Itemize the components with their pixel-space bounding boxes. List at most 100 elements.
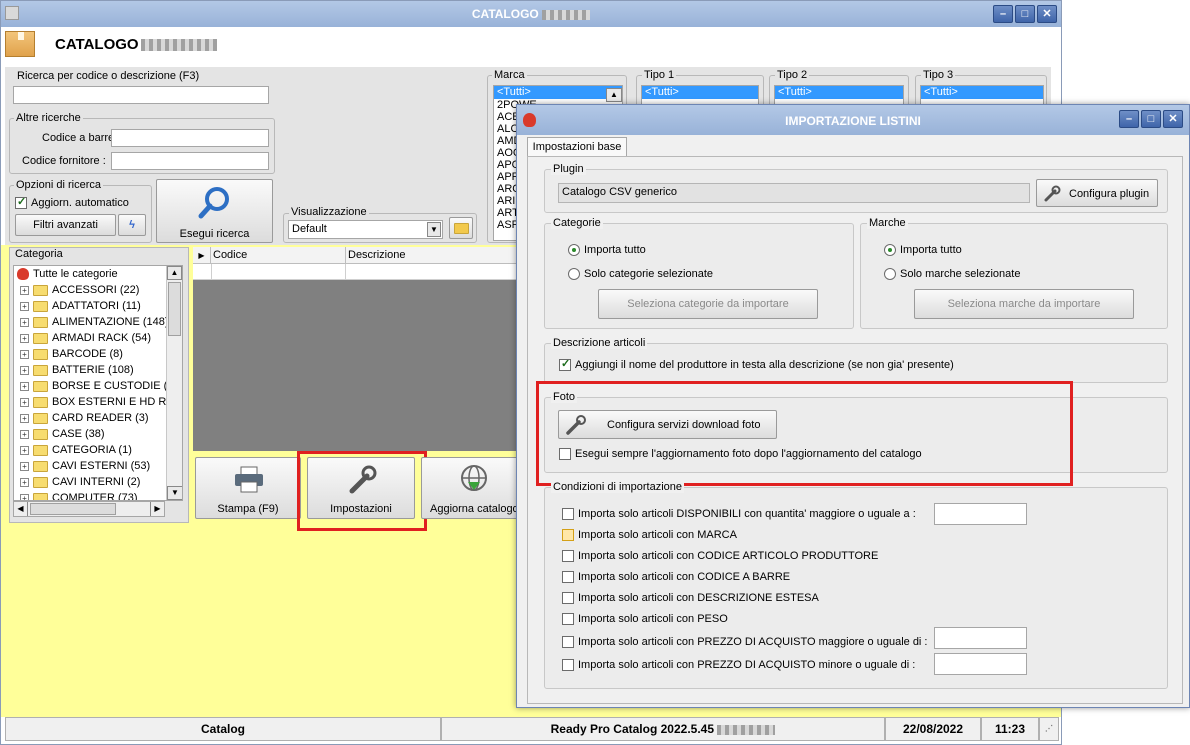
- redacted-text: [717, 724, 776, 735]
- run-search-button[interactable]: Esegui ricerca: [156, 179, 273, 243]
- tree-item[interactable]: + BATTERIE (108): [20, 364, 134, 380]
- max-price-input[interactable]: [934, 653, 1027, 675]
- configure-plugin-button[interactable]: Configura plugin: [1036, 179, 1158, 207]
- radio-import-all[interactable]: [884, 244, 896, 257]
- radio-only-selected[interactable]: [884, 268, 896, 281]
- tree-item[interactable]: + ARMADI RACK (54): [20, 332, 151, 348]
- tab-base-settings[interactable]: Impostazioni base: [527, 137, 627, 157]
- category-label: Categoria: [15, 248, 63, 260]
- condition-checkbox[interactable]: [562, 659, 574, 672]
- condition-checkbox[interactable]: [562, 636, 574, 649]
- condition-checkbox[interactable]: [562, 571, 574, 584]
- dialog-minimize-button[interactable]: –: [1119, 110, 1139, 128]
- tree-item[interactable]: + BARCODE (8): [20, 348, 123, 364]
- dialog-close-button[interactable]: ✕: [1163, 110, 1183, 128]
- chevron-down-icon[interactable]: ▼: [427, 222, 441, 237]
- scroll-up-arrow[interactable]: ▲: [606, 88, 622, 102]
- condition-min-price[interactable]: Importa solo articoli con PREZZO DI ACQU…: [562, 636, 928, 649]
- print-button[interactable]: Stampa (F9): [195, 457, 301, 519]
- min-price-input[interactable]: [934, 627, 1027, 649]
- tree-item[interactable]: + CASE (38): [20, 428, 105, 444]
- search-input[interactable]: [13, 86, 269, 104]
- type1-list[interactable]: <Tutti>: [641, 85, 759, 105]
- type2-list[interactable]: <Tutti>: [774, 85, 904, 105]
- barcode-input[interactable]: [111, 129, 269, 147]
- tree-item[interactable]: + BOX ESTERNI E HD RAC: [20, 396, 182, 412]
- maximize-button[interactable]: □: [1015, 5, 1035, 23]
- add-producer-option[interactable]: Aggiungi il nome del produttore in testa…: [559, 357, 954, 372]
- categories-only-selected[interactable]: Solo categorie selezionate: [568, 268, 713, 281]
- view-select[interactable]: Default ▼: [288, 220, 443, 239]
- condition-weight[interactable]: Importa solo articoli con PESO: [562, 613, 728, 626]
- open-folder-button[interactable]: [449, 217, 473, 239]
- supplier-code-input[interactable]: [111, 152, 269, 170]
- list-item[interactable]: <Tutti>: [921, 86, 1043, 99]
- folder-icon: [33, 476, 48, 488]
- table-row[interactable]: [193, 264, 523, 280]
- update-catalog-button[interactable]: Aggiorna catalogo: [421, 457, 521, 519]
- condition-brand[interactable]: Importa solo articoli con MARCA: [562, 529, 737, 542]
- scroll-up-arrow[interactable]: ▲: [167, 266, 182, 280]
- tree-item[interactable]: + ACCESSORI (22): [20, 284, 139, 300]
- tree-item[interactable]: + CAVI ESTERNI (53): [20, 460, 150, 476]
- categories-import-all[interactable]: Importa tutto: [568, 244, 646, 257]
- folder-icon: [33, 364, 48, 376]
- add-producer-checkbox[interactable]: [559, 357, 571, 372]
- condition-checkbox[interactable]: [562, 550, 574, 563]
- list-item[interactable]: <Tutti>: [775, 86, 903, 99]
- dialog-titlebar[interactable]: IMPORTAZIONE LISTINI – □ ✕: [517, 105, 1189, 135]
- tree-root[interactable]: Tutte le categorie: [17, 268, 118, 284]
- condition-checkbox[interactable]: [562, 508, 574, 521]
- select-brands-button[interactable]: Seleziona marche da importare: [914, 289, 1134, 319]
- radio-only-selected[interactable]: [568, 268, 580, 281]
- minimize-button[interactable]: –: [993, 5, 1013, 23]
- condition-extended-description[interactable]: Importa solo articoli con DESCRIZIONE ES…: [562, 592, 819, 605]
- list-item[interactable]: <Tutti>: [494, 86, 622, 99]
- configure-plugin-label: Configura plugin: [1069, 188, 1150, 200]
- scroll-thumb[interactable]: [168, 282, 181, 336]
- plugin-label: Plugin: [551, 163, 586, 175]
- brand-label: Marca: [492, 69, 527, 81]
- category-tree[interactable]: Tutte le categorie + ACCESSORI (22) + ADAT…: [13, 265, 183, 501]
- main-titlebar[interactable]: CATALOGO – □ ✕: [1, 1, 1061, 27]
- type3-list[interactable]: <Tutti>: [920, 85, 1044, 105]
- condition-barcode[interactable]: Importa solo articoli con CODICE A BARRE: [562, 571, 790, 584]
- condition-checkbox[interactable]: [562, 592, 574, 605]
- tree-item[interactable]: + BORSE E CUSTODIE (5: [20, 380, 173, 396]
- close-button[interactable]: ✕: [1037, 5, 1057, 23]
- scroll-right-arrow[interactable]: ▶: [150, 502, 164, 516]
- scroll-down-arrow[interactable]: ▼: [167, 486, 182, 500]
- tree-item[interactable]: + CATEGORIA (1): [20, 444, 132, 460]
- resize-grip-icon[interactable]: ⋰: [1039, 717, 1059, 741]
- min-quantity-input[interactable]: [934, 503, 1027, 525]
- dialog-maximize-button[interactable]: □: [1141, 110, 1161, 128]
- condition-max-price[interactable]: Importa solo articoli con PREZZO DI ACQU…: [562, 659, 915, 672]
- radio-import-all[interactable]: [568, 244, 580, 257]
- condition-checkbox[interactable]: [562, 529, 574, 542]
- advanced-filters-button[interactable]: Filtri avanzati: [15, 214, 116, 236]
- scroll-left-arrow[interactable]: ◀: [14, 502, 28, 516]
- other-searches-label: Altre ricerche: [14, 112, 83, 124]
- column-header-code[interactable]: Codice: [213, 249, 247, 261]
- tree-item[interactable]: + CARD READER (3): [20, 412, 149, 428]
- tree-item[interactable]: + CAVI INTERNI (2): [20, 476, 140, 492]
- tree-item[interactable]: + COMPUTER (73): [20, 492, 138, 500]
- brands-only-selected[interactable]: Solo marche selezionate: [884, 268, 1020, 281]
- brands-import-all[interactable]: Importa tutto: [884, 244, 962, 257]
- column-header-description[interactable]: Descrizione: [345, 247, 405, 264]
- condition-available-qty[interactable]: Importa solo articoli DISPONIBILI con qu…: [562, 508, 916, 521]
- horizontal-scrollbar[interactable]: ◀ ▶: [13, 501, 165, 517]
- list-item[interactable]: <Tutti>: [642, 86, 758, 99]
- auto-update-checkbox[interactable]: [15, 195, 27, 210]
- condition-producer-code[interactable]: Importa solo articoli con CODICE ARTICOL…: [562, 550, 878, 563]
- view-label: Visualizzazione: [289, 206, 369, 218]
- condition-checkbox[interactable]: [562, 613, 574, 626]
- plugin-field[interactable]: Catalogo CSV generico: [558, 183, 1030, 203]
- tree-item[interactable]: + ADATTATORI (11): [20, 300, 141, 316]
- vertical-scrollbar[interactable]: ▲ ▼: [166, 266, 182, 500]
- select-categories-button[interactable]: Seleziona categorie da importare: [598, 289, 818, 319]
- tree-item[interactable]: + ALIMENTAZIONE (148): [20, 316, 169, 332]
- folder-icon: [33, 412, 48, 424]
- scroll-thumb[interactable]: [30, 503, 116, 515]
- lightning-button[interactable]: ϟ: [118, 214, 146, 236]
